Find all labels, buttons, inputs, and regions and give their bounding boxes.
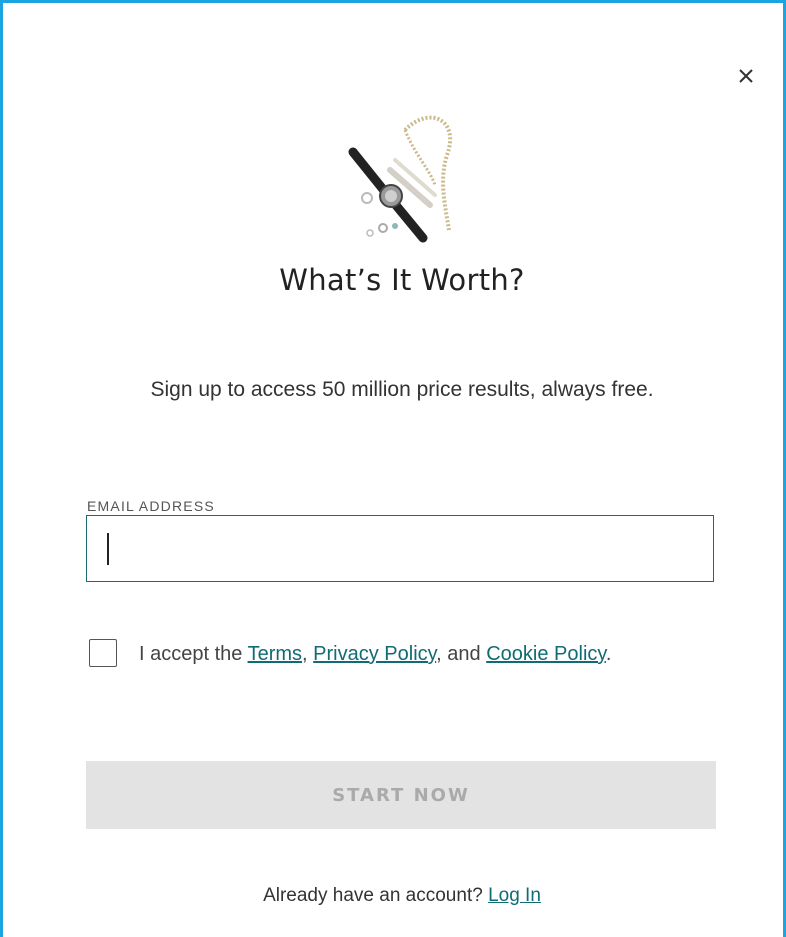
login-prompt: Already have an account? Log In — [15, 885, 783, 907]
consent-prefix: I accept the — [139, 643, 248, 665]
log-in-link[interactable]: Log In — [488, 885, 541, 906]
email-input[interactable] — [86, 515, 714, 582]
close-icon[interactable] — [731, 61, 761, 91]
email-label: EMAIL ADDRESS — [87, 498, 215, 514]
consent-sep-1: , — [302, 643, 314, 665]
consent-sep-2: , and — [436, 643, 487, 665]
modal-title: What’s It Worth? — [279, 263, 525, 297]
login-prompt-text: Already have an account? — [263, 885, 489, 906]
cookie-policy-link[interactable]: Cookie Policy — [486, 643, 606, 665]
close-button[interactable] — [731, 61, 761, 91]
start-now-button[interactable]: START NOW — [86, 761, 716, 829]
signup-modal: What’s It Worth? Sign up to access 50 mi… — [15, 15, 783, 937]
browser-frame: What’s It Worth? Sign up to access 50 mi… — [0, 0, 786, 937]
consent-suffix: . — [605, 643, 612, 665]
consent-text: I accept the Terms, Privacy Policy, and … — [139, 635, 699, 673]
text-cursor — [107, 533, 109, 565]
jewelry-watch-illustration-icon — [348, 115, 453, 243]
terms-link[interactable]: Terms — [248, 643, 302, 665]
modal-subtitle: Sign up to access 50 million price resul… — [150, 378, 654, 401]
accept-terms-checkbox[interactable] — [89, 639, 117, 667]
privacy-policy-link[interactable]: Privacy Policy — [313, 643, 436, 665]
